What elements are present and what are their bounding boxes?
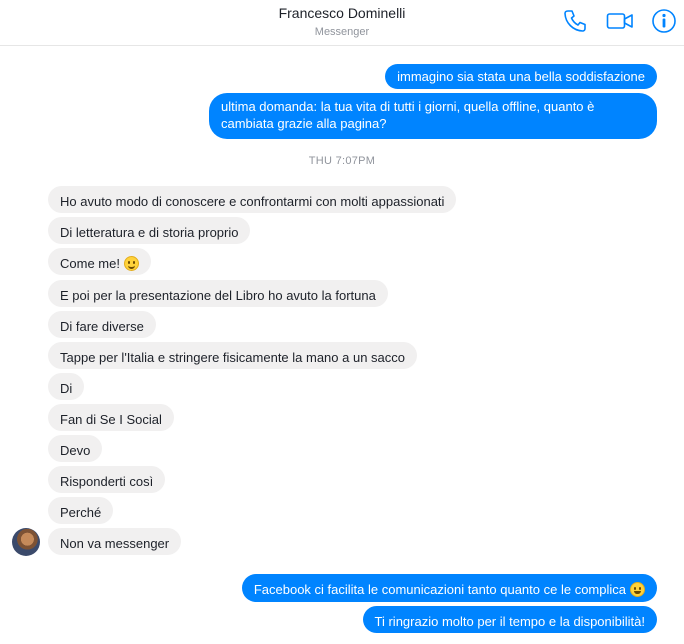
smile-emoji-icon <box>123 256 139 271</box>
message-outgoing[interactable]: Facebook ci facilita le comunicazioni ta… <box>241 574 657 602</box>
message-outgoing[interactable]: ultima domanda: la tua vita di tutti i g… <box>209 93 657 139</box>
message-incoming[interactable]: Fan di Se I Social <box>48 404 174 431</box>
timestamp-divider: THU 7:07PM <box>308 155 376 167</box>
message-incoming[interactable]: Non va messenger <box>48 528 182 555</box>
message-incoming[interactable]: Risponderti così <box>48 466 166 493</box>
grinning-emoji-icon <box>630 582 645 597</box>
message-outgoing[interactable]: immagino sia stata una bella soddisfazio… <box>385 64 657 89</box>
message-incoming[interactable]: Ho avuto modo di conoscere e confrontarm… <box>48 186 457 213</box>
contact-avatar[interactable] <box>12 528 40 556</box>
phone-icon[interactable] <box>562 8 588 34</box>
info-icon[interactable] <box>651 8 677 34</box>
message-outgoing[interactable]: Ti ringrazio molto per il tempo e la dis… <box>362 606 657 633</box>
message-incoming[interactable]: Tappe per l'Italia e stringere fisicamen… <box>48 342 418 369</box>
message-text: Facebook ci facilita le comunicazioni ta… <box>253 582 626 597</box>
chat-header: Francesco Dominelli Messenger <box>0 0 684 46</box>
message-incoming[interactable]: Come me! <box>48 248 151 275</box>
message-incoming[interactable]: E poi per la presentazione del Libro ho … <box>48 280 388 307</box>
message-incoming[interactable]: Di <box>48 373 85 400</box>
video-camera-icon[interactable] <box>606 8 634 34</box>
message-text: Come me! <box>60 256 120 271</box>
message-incoming[interactable]: Perché <box>48 497 114 524</box>
message-incoming[interactable]: Di letteratura e di storia proprio <box>48 217 251 244</box>
message-incoming[interactable]: Di fare diverse <box>48 311 156 338</box>
message-incoming[interactable]: Devo <box>48 435 103 462</box>
